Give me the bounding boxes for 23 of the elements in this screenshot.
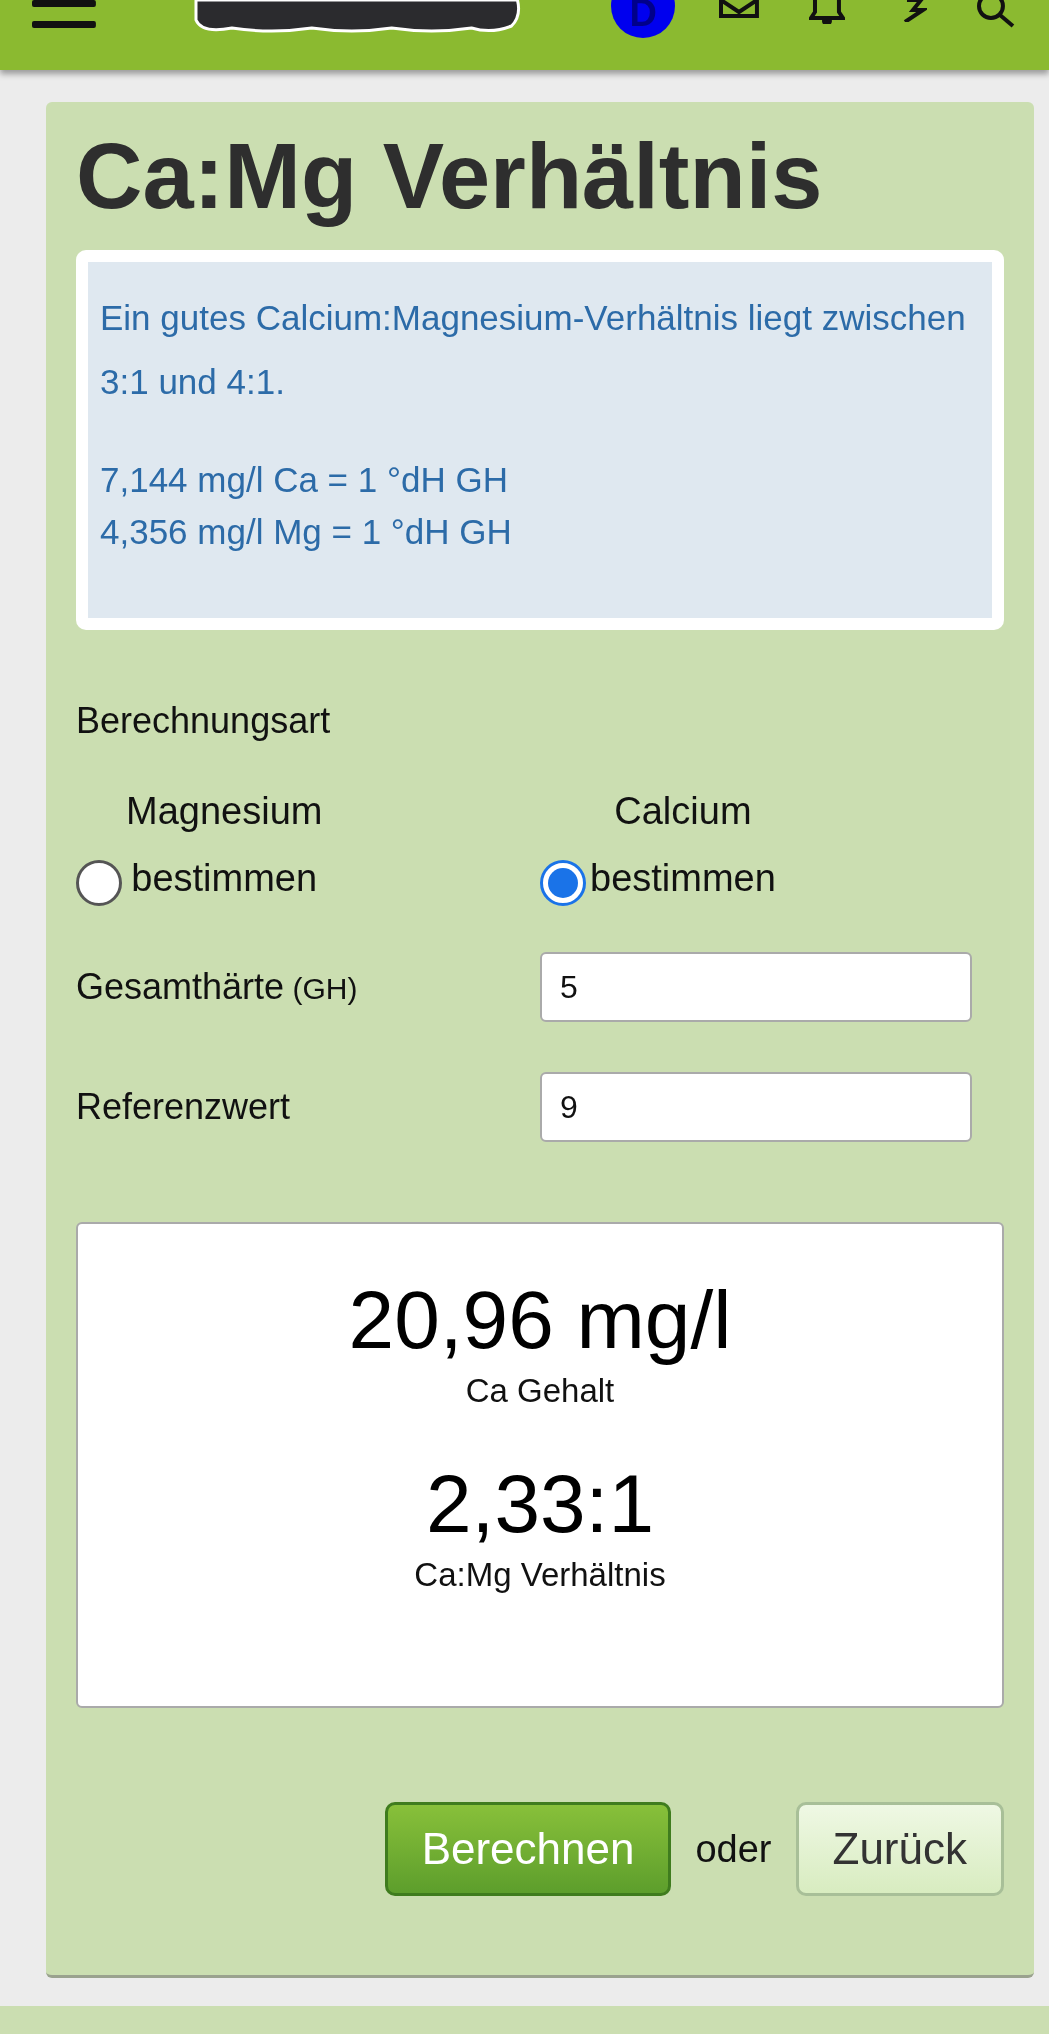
- radio-button[interactable]: [540, 860, 586, 906]
- result-value: 20,96 mg/l: [348, 1274, 732, 1366]
- mode-label: Berechnungsart: [76, 699, 332, 743]
- input-field[interactable]: 5: [540, 952, 972, 1022]
- separator-text: oder: [695, 1826, 772, 1872]
- page-title: Ca:Mg Verhältnis: [76, 124, 824, 229]
- field-label: Referenzwert: [76, 1085, 292, 1129]
- radio-label[interactable]: Calcium bestimmen: [590, 778, 776, 912]
- radio-button[interactable]: [76, 860, 122, 906]
- formula-text: 7,144 mg/l Ca = 1 °dH GH: [100, 459, 509, 501]
- formula-text: 4,356 mg/l Mg = 1 °dH GH: [100, 511, 513, 553]
- search-icon[interactable]: [977, 0, 1017, 28]
- back-button[interactable]: Zurück: [795, 1802, 1004, 1896]
- field-label: Gesamthärte (GH): [76, 965, 359, 1009]
- menu-icon[interactable]: [32, 0, 96, 30]
- info-text: Ein gutes Calcium:Magnesium-Verhältnis liegt zwischen 3:1 und 4:1.: [100, 297, 967, 403]
- bell-icon[interactable]: [809, 0, 846, 24]
- input-field[interactable]: 9: [540, 1072, 972, 1142]
- result-value: 2,33:1: [426, 1457, 654, 1550]
- result-caption: Ca Gehalt: [465, 1371, 615, 1411]
- result-caption: Ca:Mg Verhältnis: [414, 1554, 666, 1595]
- mail-icon[interactable]: [719, 0, 760, 18]
- radio-label[interactable]: Magnesium bestimmen: [126, 778, 323, 912]
